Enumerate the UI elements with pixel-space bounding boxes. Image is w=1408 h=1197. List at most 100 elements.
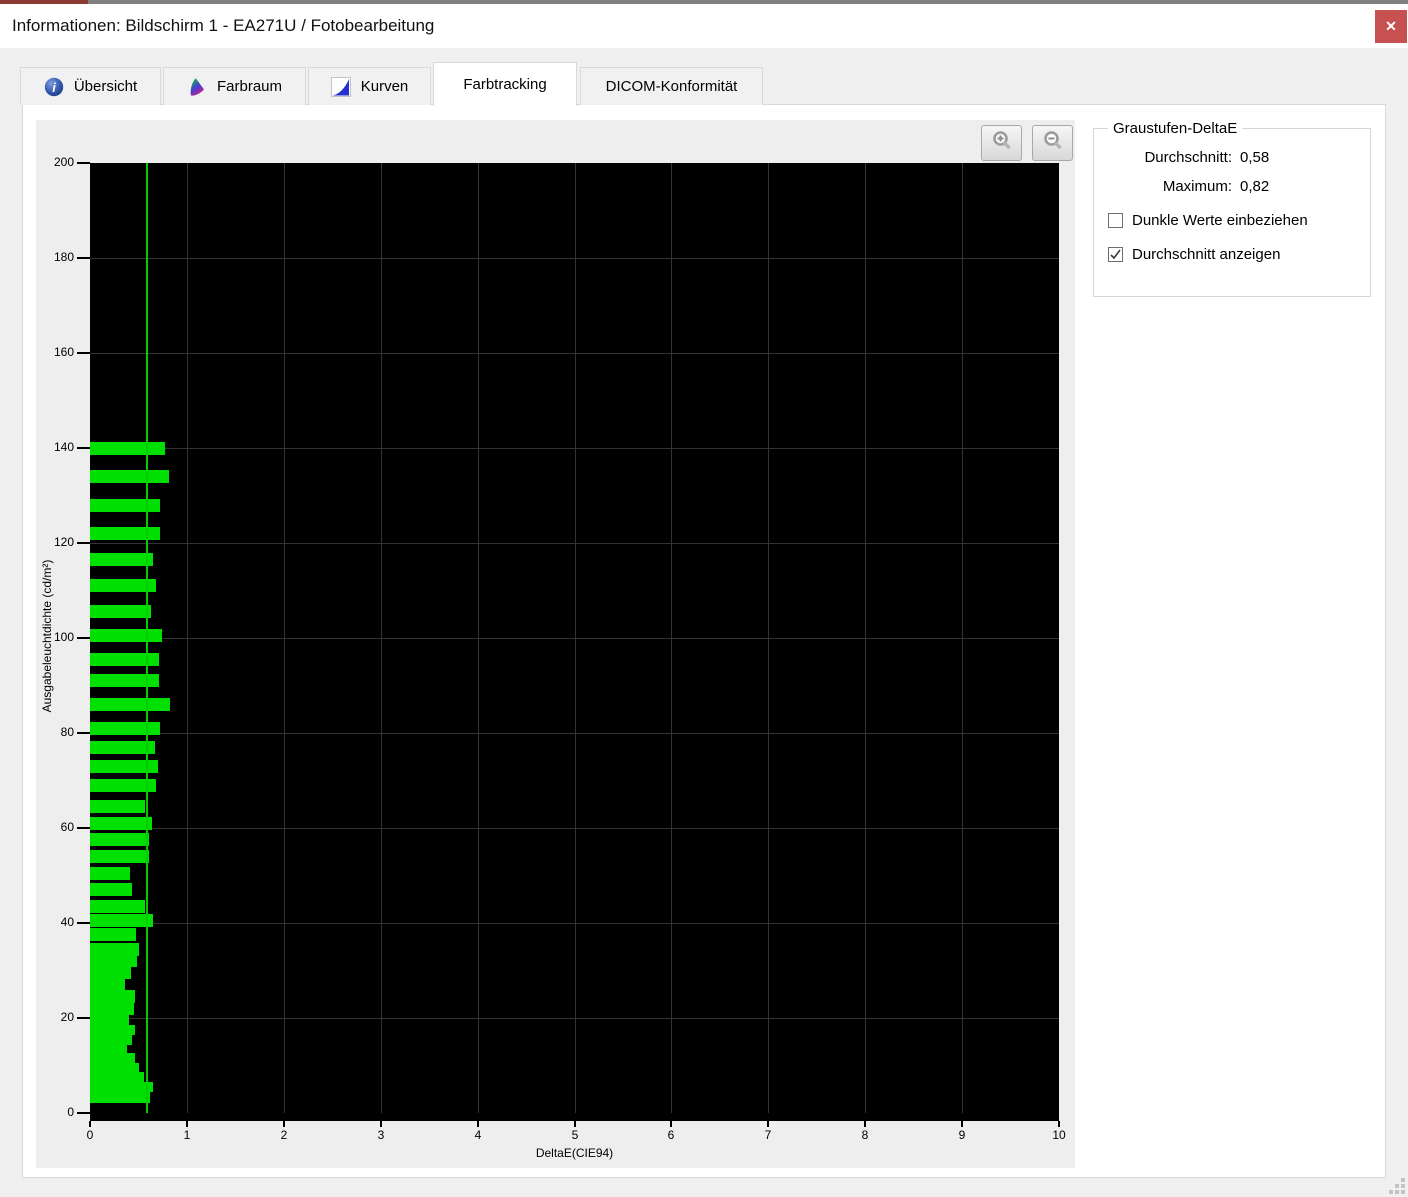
checkbox-label: Durchschnitt anzeigen — [1132, 246, 1280, 263]
checkbox-unchecked-icon[interactable] — [1108, 213, 1123, 228]
delta-e-bar — [90, 914, 153, 927]
x-axis-line — [90, 1113, 1059, 1121]
y-tick-label: 60 — [36, 820, 74, 834]
chart-widget: 012345678910020406080100120140160180200 … — [36, 120, 1075, 1168]
y-tick — [77, 542, 90, 544]
tab-kurven[interactable]: Kurven — [308, 67, 431, 105]
delta-e-bar — [90, 499, 160, 512]
average-line — [146, 163, 148, 1113]
delta-e-bar — [90, 928, 136, 941]
delta-e-bar — [90, 900, 145, 913]
window-title: Informationen: Bildschirm 1 - EA271U / F… — [12, 4, 434, 48]
x-tick — [864, 1121, 866, 1127]
x-tick-label: 2 — [267, 1128, 301, 1142]
delta-e-bar — [90, 1090, 150, 1103]
zoom-in-button[interactable] — [981, 125, 1022, 161]
tab-farbraum[interactable]: Farbraum — [163, 67, 306, 105]
delta-e-bar — [90, 850, 149, 863]
x-tick — [380, 1121, 382, 1127]
svg-text:i: i — [52, 80, 56, 95]
zoom-out-button[interactable] — [1032, 125, 1073, 161]
y-tick — [77, 257, 90, 259]
delta-e-bar — [90, 470, 169, 483]
tab-dicom-konformit-t[interactable]: DICOM-Konformität — [580, 67, 763, 105]
horizontal-gridline — [90, 448, 1059, 449]
x-axis-title: DeltaE(CIE94) — [90, 1146, 1059, 1160]
delta-e-bar — [90, 553, 153, 566]
x-tick — [1058, 1121, 1060, 1127]
delta-e-bar — [90, 741, 155, 754]
delta-e-bar — [90, 629, 162, 642]
y-axis-title: Ausgabeleuchtdichte (cd/m²) — [40, 521, 54, 751]
x-tick — [89, 1121, 91, 1127]
x-tick-label: 6 — [654, 1128, 688, 1142]
delta-e-bar — [90, 698, 170, 711]
app-window: Informationen: Bildschirm 1 - EA271U / F… — [0, 0, 1408, 1197]
delta-e-bar — [90, 442, 165, 455]
x-tick — [574, 1121, 576, 1127]
title-bar[interactable]: Informationen: Bildschirm 1 - EA271U / F… — [0, 4, 1408, 48]
x-tick-label: 10 — [1042, 1128, 1076, 1142]
y-tick — [77, 637, 90, 639]
horizontal-gridline — [90, 923, 1059, 924]
y-tick — [77, 162, 90, 164]
delta-e-bar — [90, 653, 159, 666]
tab--bersicht[interactable]: iÜbersicht — [20, 67, 161, 105]
horizontal-gridline — [90, 1018, 1059, 1019]
delta-e-bar — [90, 800, 145, 813]
horizontal-gridline — [90, 638, 1059, 639]
close-icon: ✕ — [1385, 18, 1397, 35]
x-tick — [961, 1121, 963, 1127]
delta-e-bar — [90, 674, 159, 687]
y-tick — [77, 732, 90, 734]
x-tick-label: 7 — [751, 1128, 785, 1142]
x-tick — [283, 1121, 285, 1127]
horizontal-gridline — [90, 353, 1059, 354]
y-tick — [77, 447, 90, 449]
graustufen-deltae-groupbox: Graustufen-DeltaE Durchschnitt:0,58Maxim… — [1093, 120, 1371, 297]
tab-farbtracking[interactable]: Farbtracking — [433, 62, 577, 106]
x-tick-label: 3 — [364, 1128, 398, 1142]
y-tick — [77, 922, 90, 924]
y-tick-label: 140 — [36, 440, 74, 454]
horizontal-gridline — [90, 733, 1059, 734]
checkbox-durchschnitt-anzeigen[interactable]: Durchschnitt anzeigen — [1108, 246, 1364, 263]
horizontal-gridline — [90, 258, 1059, 259]
delta-e-bar — [90, 817, 152, 830]
y-tick — [77, 352, 90, 354]
close-button[interactable]: ✕ — [1375, 10, 1407, 43]
x-tick-label: 9 — [945, 1128, 979, 1142]
horizontal-gridline — [90, 828, 1059, 829]
x-tick — [477, 1121, 479, 1127]
x-tick — [186, 1121, 188, 1127]
y-tick — [77, 1017, 90, 1019]
info-icon: i — [44, 77, 64, 97]
y-tick-label: 20 — [36, 1010, 74, 1024]
delta-e-bar — [90, 867, 130, 880]
stat-row: Durchschnitt:0,58 — [1100, 149, 1364, 166]
checkbox-dunkle-werte-einbeziehen[interactable]: Dunkle Werte einbeziehen — [1108, 212, 1364, 229]
x-tick-label: 4 — [461, 1128, 495, 1142]
y-tick-label: 40 — [36, 915, 74, 929]
tab-label: Farbraum — [217, 78, 282, 95]
delta-e-bar — [90, 1002, 134, 1015]
stat-label: Durchschnitt: — [1100, 149, 1232, 166]
delta-e-bar — [90, 833, 149, 846]
stat-label: Maximum: — [1100, 178, 1232, 195]
resize-grip[interactable] — [1389, 1178, 1406, 1195]
x-tick — [767, 1121, 769, 1127]
magnifier-plus-icon — [990, 129, 1014, 158]
checkbox-checked-icon[interactable] — [1108, 247, 1123, 262]
x-tick — [670, 1121, 672, 1127]
stat-value: 0,82 — [1240, 178, 1269, 195]
x-tick-label: 8 — [848, 1128, 882, 1142]
gamut-icon — [187, 77, 207, 97]
checkbox-label: Dunkle Werte einbeziehen — [1132, 212, 1308, 229]
y-tick-label: 0 — [36, 1105, 74, 1119]
x-tick-label: 0 — [73, 1128, 107, 1142]
delta-e-bar — [90, 527, 160, 540]
delta-e-bar — [90, 605, 151, 618]
x-tick-label: 5 — [558, 1128, 592, 1142]
magnifier-minus-icon — [1041, 129, 1065, 158]
y-tick — [77, 1112, 90, 1114]
